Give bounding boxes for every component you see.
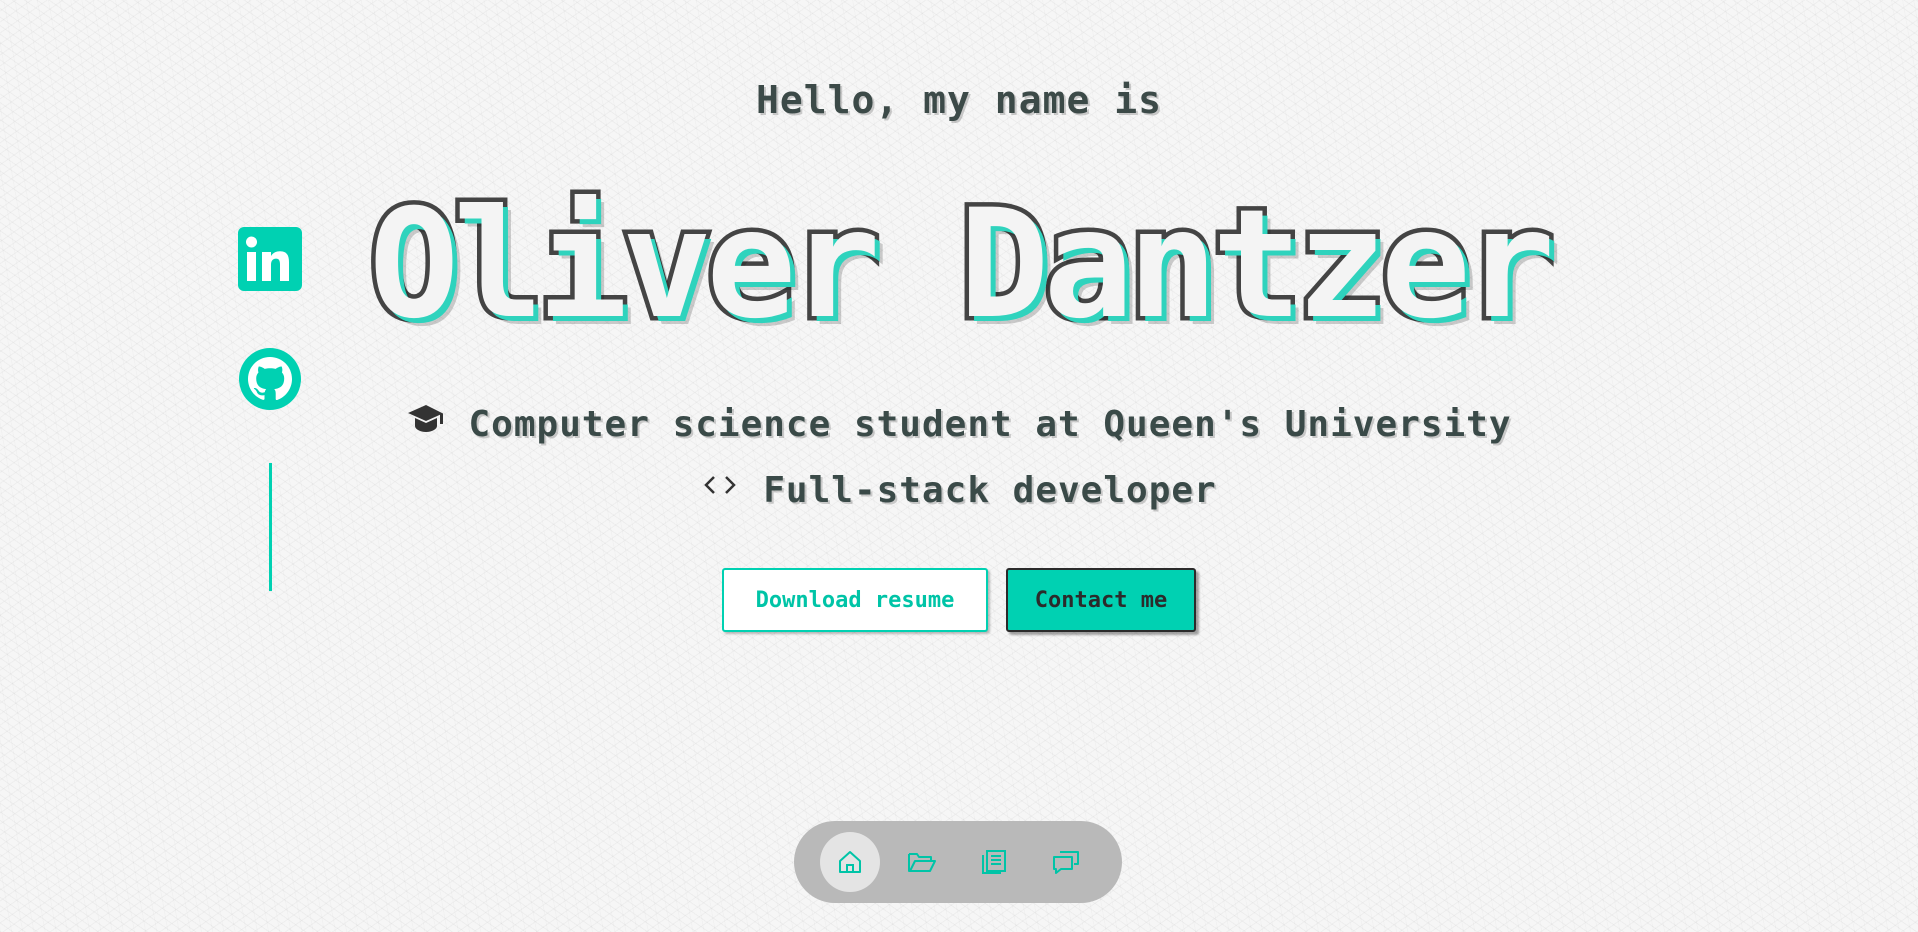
tagline-education: Computer science student at Queen's Univ… [0, 404, 1918, 445]
download-resume-button[interactable]: Download resume [722, 568, 988, 632]
nav-articles[interactable] [964, 832, 1024, 892]
github-link[interactable] [238, 347, 302, 411]
hero-name: Oliver Dantzer [364, 178, 1559, 352]
nav-contact[interactable] [1036, 832, 1096, 892]
nav-projects[interactable] [892, 832, 952, 892]
home-icon [836, 848, 864, 876]
tagline-role: Full-stack developer [0, 470, 1918, 511]
github-icon [238, 347, 302, 411]
greeting-text: Hello, my name is [756, 78, 1162, 122]
nav-home[interactable] [820, 832, 880, 892]
tagline-text: Computer science student at Queen's Univ… [468, 404, 1512, 445]
hero-actions: Download resume Contact me [0, 568, 1918, 632]
chat-bubbles-icon [1051, 848, 1081, 876]
tagline-text: Full-stack developer [763, 470, 1217, 511]
code-brackets-icon [701, 466, 739, 504]
folder-open-icon [907, 849, 937, 875]
bottom-nav-dock [794, 821, 1122, 903]
graduation-cap-icon [407, 400, 445, 438]
contact-me-button[interactable]: Contact me [1006, 568, 1196, 632]
articles-icon [980, 848, 1008, 876]
